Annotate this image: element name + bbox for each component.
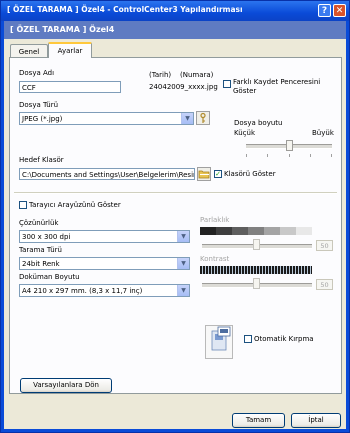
size-tick <box>267 154 268 157</box>
diff-save-checkbox[interactable] <box>223 80 231 88</box>
show-folder-checkbox[interactable]: ✓ <box>214 170 222 178</box>
chevron-down-icon: ▼ <box>177 231 189 242</box>
file-type-value: JPEG (*.jpg) <box>22 115 63 123</box>
dialog-banner: [ ÖZEL TARAMA ] Özel4 <box>4 21 346 39</box>
autocrop-document-icon <box>211 326 231 351</box>
brightness-label: Parlaklık <box>200 216 230 224</box>
target-folder-input[interactable]: C:\Documents and Settings\User\Belgeleri… <box>19 168 195 180</box>
file-type-settings-button[interactable] <box>196 111 210 125</box>
cancel-button[interactable]: İptal <box>291 413 341 428</box>
window-title: [ ÖZEL TARAMA ] Özel4 - ControlCenter3 Y… <box>7 5 243 14</box>
document-size-select[interactable]: A4 210 x 297 mm. (8,3 x 11,7 inç) ▼ <box>19 284 190 297</box>
contrast-value: 50 <box>316 279 333 290</box>
size-tick <box>246 154 247 157</box>
resolution-value: 300 x 300 dpi <box>22 233 71 241</box>
document-size-value: A4 210 x 297 mm. (8,3 x 11,7 inç) <box>22 287 143 295</box>
file-name-example: 24042009_xxxx.jpg <box>149 83 218 91</box>
check-icon: ✓ <box>215 170 221 178</box>
file-name-input[interactable]: CCF <box>19 81 121 93</box>
target-folder-label: Hedef Klasör <box>19 156 64 164</box>
file-size-slider[interactable] <box>285 140 293 151</box>
file-type-select[interactable]: JPEG (*.jpg) ▼ <box>19 112 194 125</box>
contrast-slider[interactable] <box>253 278 260 289</box>
brightness-slider[interactable] <box>253 239 260 250</box>
chevron-down-icon: ▼ <box>177 285 189 296</box>
contrast-label: Kontrast <box>200 255 230 263</box>
brightness-value: 50 <box>316 240 333 251</box>
tab-general[interactable]: Genel <box>10 44 48 58</box>
autocrop-label: Otomatik Kırpma <box>254 335 314 343</box>
contrast-pattern <box>200 266 312 274</box>
tab-settings[interactable]: Ayarlar <box>48 42 92 58</box>
resolution-label: Çözünürlük <box>19 219 59 227</box>
file-size-large-label: Büyük <box>312 129 334 137</box>
size-tick <box>331 154 332 157</box>
number-label: (Numara) <box>180 71 214 79</box>
folder-browse-icon <box>198 170 210 179</box>
autocrop-checkbox[interactable] <box>244 335 252 343</box>
dialog-client: [ ÖZEL TARAMA ] Özel4 Genel Ayarlar Dosy… <box>4 21 346 429</box>
browse-folder-button[interactable] <box>197 167 211 181</box>
restore-defaults-button[interactable]: Varsayılanlara Dön <box>20 378 112 393</box>
dialog-window: [ ÖZEL TARAMA ] Özel4 - ControlCenter3 Y… <box>0 0 350 433</box>
diff-save-label: Farklı Kaydet Penceresini Göster <box>233 78 321 95</box>
date-label: (Tarih) <box>149 71 172 79</box>
scan-type-select[interactable]: 24bit Renk ▼ <box>19 257 190 270</box>
key-settings-icon <box>200 112 206 123</box>
close-button[interactable]: ✕ <box>333 4 346 17</box>
brightness-gradient <box>200 227 312 235</box>
chevron-down-icon: ▼ <box>181 113 193 124</box>
file-name-label: Dosya Adı <box>19 69 55 77</box>
document-size-label: Doküman Boyutu <box>19 273 80 281</box>
scan-type-value: 24bit Renk <box>22 260 60 268</box>
file-size-label: Dosya boyutu <box>234 119 283 127</box>
show-folder-label: Klasörü Göster <box>224 170 276 178</box>
show-scanner-ui-label: Tarayıcı Arayüzünü Göster <box>29 201 121 209</box>
size-tick <box>310 154 311 157</box>
chevron-down-icon: ▼ <box>177 258 189 269</box>
autocrop-preview <box>205 325 233 359</box>
section-divider <box>14 192 337 194</box>
size-tick <box>289 154 290 157</box>
resolution-select[interactable]: 300 x 300 dpi ▼ <box>19 230 190 243</box>
file-size-small-label: Küçük <box>234 129 256 137</box>
show-scanner-ui-checkbox[interactable] <box>19 201 27 209</box>
scan-type-label: Tarama Türü <box>19 246 62 254</box>
file-type-label: Dosya Türü <box>19 101 59 109</box>
settings-panel: Dosya Adı CCF (Tarih) (Numara) 24042009_… <box>9 57 342 394</box>
ok-button[interactable]: Tamam <box>232 413 285 428</box>
title-bar[interactable]: [ ÖZEL TARAMA ] Özel4 - ControlCenter3 Y… <box>1 1 349 21</box>
help-button[interactable]: ? <box>318 4 331 17</box>
